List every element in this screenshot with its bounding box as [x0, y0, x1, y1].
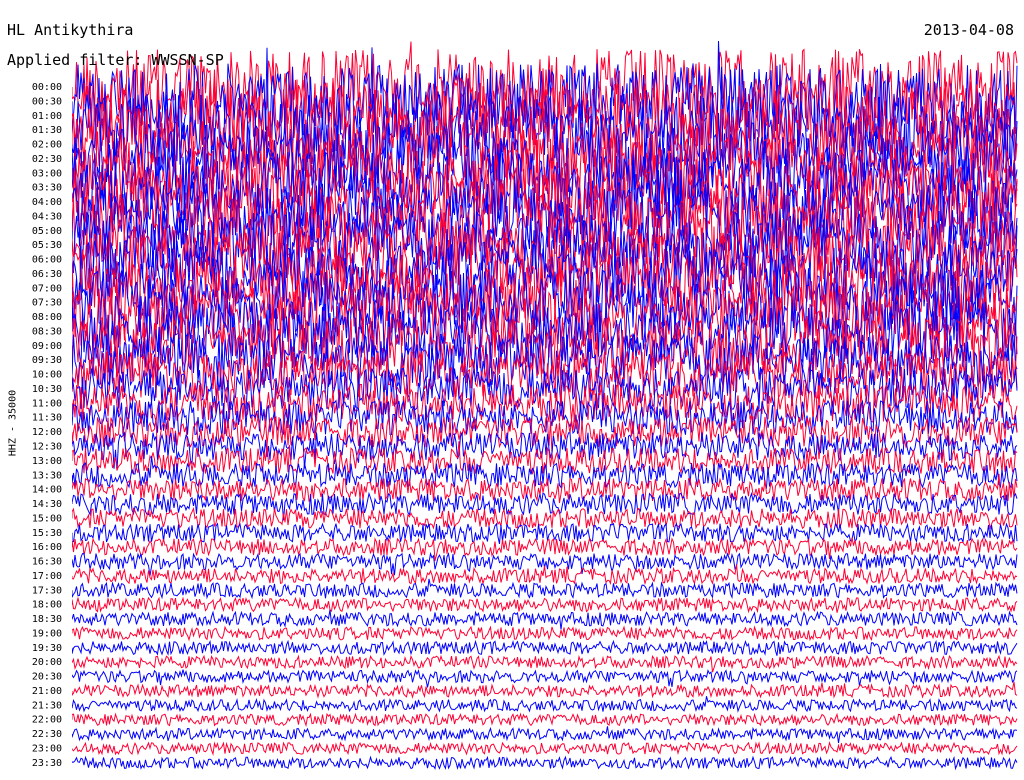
row-label: 01:30 [32, 125, 62, 136]
row-label: 07:00 [32, 283, 62, 294]
time-row-labels: 00:00 00:30 01:00 01:30 02:00 02:30 03:00 03:30… [32, 82, 62, 769]
row-label: 16:30 [32, 557, 62, 568]
row-label: 13:00 [32, 456, 62, 467]
row-label: 12:30 [32, 442, 62, 453]
trace-2300 [72, 741, 1018, 756]
row-label: 03:30 [32, 183, 62, 194]
row-label: 15:00 [32, 513, 62, 524]
trace-1800 [72, 596, 1018, 614]
row-label: 23:00 [32, 744, 62, 755]
row-label: 00:00 [32, 82, 62, 93]
seismic-traces [72, 40, 1018, 771]
row-label: 10:00 [32, 370, 62, 381]
trace-2100 [72, 681, 1018, 699]
trace-2000 [72, 654, 1018, 673]
row-label: 14:00 [32, 485, 62, 496]
row-label: 18:30 [32, 614, 62, 625]
row-label: 13:30 [32, 470, 62, 481]
row-label: 20:00 [32, 657, 62, 668]
trace-2200 [72, 712, 1018, 728]
helicorder-plot: 00:00 00:30 01:00 01:30 02:00 02:30 03:00 03:30… [32, 40, 1018, 771]
row-label: 19:00 [32, 628, 62, 639]
row-label: 11:00 [32, 398, 62, 409]
row-label: 09:00 [32, 341, 62, 352]
row-label: 21:30 [32, 700, 62, 711]
row-label: 14:30 [32, 499, 62, 510]
row-label: 10:30 [32, 384, 62, 395]
recording-date: 2013-04-08 [923, 21, 1014, 39]
row-label: 04:30 [32, 211, 62, 222]
row-label: 09:30 [32, 355, 62, 366]
row-label: 21:00 [32, 686, 62, 697]
row-label: 17:00 [32, 571, 62, 582]
row-label: 12:00 [32, 427, 62, 438]
row-label: 18:00 [32, 600, 62, 611]
row-label: 04:00 [32, 197, 62, 208]
station-title: HL Antikythira [7, 21, 134, 39]
row-label: 23:30 [32, 758, 62, 769]
row-label: 17:30 [32, 585, 62, 596]
trace-1830 [72, 609, 1018, 630]
row-label: 02:00 [32, 140, 62, 151]
row-label: 15:30 [32, 528, 62, 539]
row-label: 20:30 [32, 672, 62, 683]
row-label: 08:00 [32, 312, 62, 323]
trace-1900 [72, 625, 1018, 642]
row-label: 05:30 [32, 240, 62, 251]
trace-2130 [72, 696, 1018, 713]
trace-2230 [72, 726, 1018, 743]
row-label: 01:00 [32, 111, 62, 122]
trace-1530 [72, 522, 1018, 545]
row-label: 22:30 [32, 729, 62, 740]
trace-1600 [72, 537, 1018, 562]
row-label: 22:00 [32, 715, 62, 726]
row-label: 00:30 [32, 96, 62, 107]
trace-1930 [72, 639, 1018, 656]
row-label: 07:30 [32, 298, 62, 309]
applied-filter-label: Applied filter: WWSSN-SP [7, 51, 224, 69]
trace-1700 [72, 564, 1018, 586]
row-label: 02:30 [32, 154, 62, 165]
trace-2030 [72, 669, 1018, 688]
row-label: 11:30 [32, 413, 62, 424]
y-axis-label: HHZ - 35000 [7, 389, 19, 457]
trace-2330 [72, 755, 1018, 771]
row-label: 08:30 [32, 327, 62, 338]
row-label: 16:00 [32, 542, 62, 553]
row-label: 06:00 [32, 255, 62, 266]
row-label: 05:00 [32, 226, 62, 237]
row-label: 06:30 [32, 269, 62, 280]
row-label: 03:00 [32, 168, 62, 179]
row-label: 19:30 [32, 643, 62, 654]
